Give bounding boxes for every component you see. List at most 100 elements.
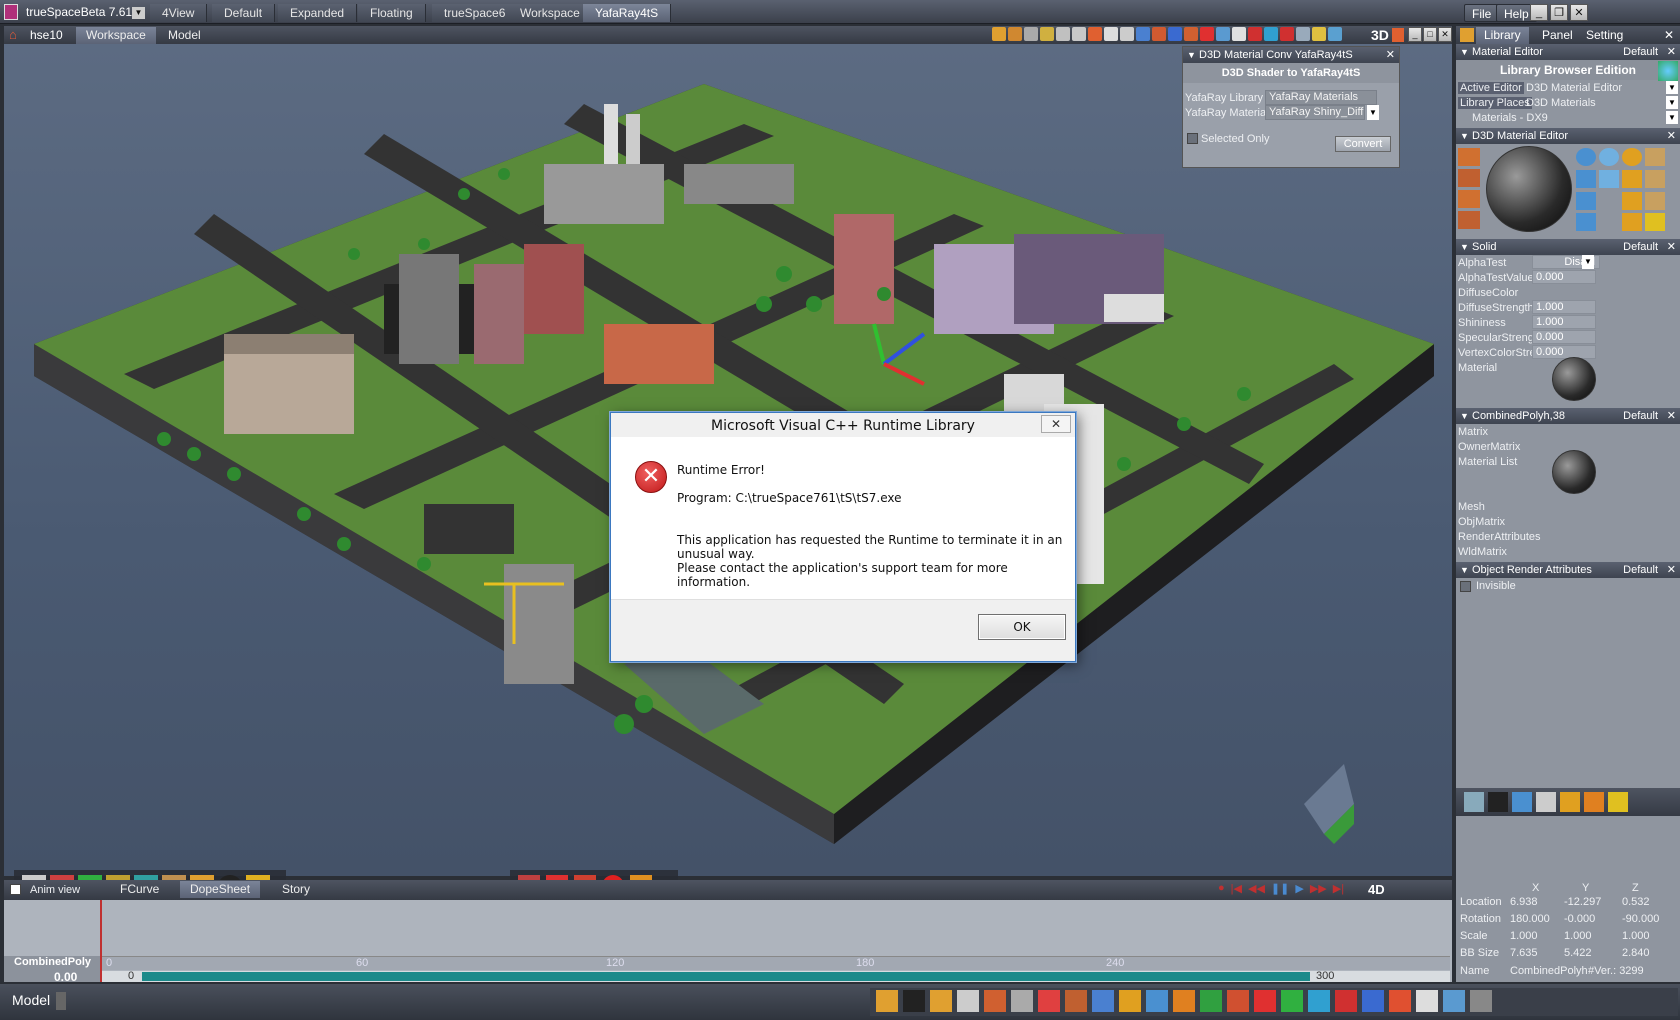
yafaray-library-field[interactable]: YafaRay Materials [1265, 90, 1377, 105]
layout-tab-workspace[interactable]: Workspace [508, 4, 593, 22]
sphere-icon[interactable] [1560, 792, 1580, 812]
torus-shape-icon[interactable] [1645, 191, 1665, 210]
shininess-field[interactable]: 1.000 [1532, 315, 1596, 329]
restore-icon[interactable]: ❐ [1550, 4, 1568, 21]
plane-shape-icon[interactable] [1645, 169, 1665, 188]
cube-shape-icon[interactable] [1622, 191, 1642, 210]
snap-tool-icon[interactable] [1216, 27, 1230, 41]
layout-tab-floating[interactable]: Floating [358, 4, 426, 22]
viewport-options-icon[interactable] [1392, 28, 1404, 42]
close-icon[interactable]: ✕ [1667, 562, 1676, 578]
view-3d-button[interactable]: 3D [1371, 27, 1389, 43]
materials-dx9[interactable]: Materials - DX9 [1472, 112, 1548, 124]
ownermatrix-item[interactable]: OwnerMatrix [1458, 441, 1520, 453]
material-preview-sphere[interactable] [1486, 146, 1572, 232]
unlink-tool-icon[interactable] [1120, 27, 1134, 41]
material-list-item[interactable]: Material List [1458, 456, 1517, 468]
d3d-material-editor-header[interactable]: ▼ D3D Material Editor ✕ [1456, 128, 1680, 144]
chevron-down-icon[interactable]: ▼ [1367, 105, 1379, 120]
mode-field[interactable] [56, 992, 66, 1010]
prev-key-icon[interactable]: ◀◀ [1248, 882, 1265, 898]
library-places-value[interactable]: D3D Materials [1526, 97, 1596, 109]
eyedropper-icon[interactable] [1458, 190, 1480, 208]
axes-tool-icon[interactable] [1152, 27, 1166, 41]
last-frame-icon[interactable]: ▶| [1333, 882, 1344, 898]
location-z[interactable]: 0.532 [1622, 896, 1650, 908]
viewport-minimize-icon[interactable]: _ [1408, 27, 1422, 42]
select-tool-icon[interactable] [992, 27, 1006, 41]
sphere-shape-icon[interactable] [1576, 148, 1596, 166]
current-time[interactable]: 0.00 [54, 970, 77, 984]
light-icon[interactable] [1608, 792, 1628, 812]
combinedpoly-header[interactable]: ▼ CombinedPolyh,38 Default ✕ [1456, 408, 1680, 424]
shape-icon[interactable] [1645, 213, 1665, 232]
tool-icon[interactable] [1227, 990, 1249, 1012]
chevron-down-icon[interactable]: ▼ [1666, 111, 1678, 124]
tab-dopesheet[interactable]: DopeSheet [180, 881, 261, 898]
tab-story[interactable]: Story [272, 881, 320, 898]
tool-icon[interactable] [1038, 990, 1060, 1012]
axes-icon[interactable] [1254, 990, 1276, 1012]
chevron-down-icon[interactable]: ▼ [1666, 96, 1678, 109]
x-axis-icon[interactable] [1281, 990, 1303, 1012]
object-name-field[interactable]: CombinedPolyh [1510, 965, 1588, 977]
close-icon[interactable]: ✕ [1667, 408, 1676, 424]
zoom-tool-icon[interactable] [1088, 27, 1102, 41]
ok-button[interactable]: OK [978, 614, 1066, 640]
box-icon[interactable] [1119, 990, 1141, 1012]
y-axis-icon[interactable] [1308, 990, 1330, 1012]
box-shape-icon[interactable] [1622, 213, 1642, 232]
alphatestvalue-field[interactable]: 0.000 [1532, 270, 1596, 284]
next-key-icon[interactable]: ▶▶ [1310, 882, 1327, 898]
view-4d-button[interactable]: 4D [1368, 882, 1385, 897]
close-icon[interactable]: ✕ [1667, 44, 1676, 60]
grid-tool-icon[interactable] [1296, 27, 1310, 41]
close-icon[interactable]: ✕ [1667, 239, 1676, 255]
layout-tab-expanded[interactable]: Expanded [278, 4, 358, 22]
orbit-tool-icon[interactable] [1072, 27, 1086, 41]
y-axis-icon[interactable] [1264, 27, 1278, 41]
layout-tab-truespace6[interactable]: trueSpace6 [432, 4, 519, 22]
tab-setting[interactable]: Setting [1578, 27, 1631, 44]
pan-tool-icon[interactable] [1056, 27, 1070, 41]
z-axis-icon[interactable] [1335, 990, 1357, 1012]
light-tool-icon[interactable] [1184, 27, 1198, 41]
file-menu[interactable]: File [1464, 4, 1500, 22]
time-ruler[interactable] [102, 956, 1450, 970]
yafaray-material-select[interactable]: YafaRay Shiny_Diffu [1265, 105, 1365, 120]
minimize-icon[interactable]: _ [1530, 4, 1548, 21]
anim-view-checkbox[interactable] [10, 884, 21, 895]
grid-icon[interactable] [1464, 792, 1484, 812]
tool-icon[interactable] [1443, 990, 1465, 1012]
dialog-close-button[interactable]: ✕ [1041, 415, 1071, 433]
box-icon[interactable] [1584, 792, 1604, 812]
rotation-y[interactable]: -0.000 [1564, 913, 1595, 925]
tool-icon[interactable] [876, 990, 898, 1012]
location-x[interactable]: 6.938 [1510, 896, 1538, 908]
scale-z[interactable]: 1.000 [1622, 930, 1650, 942]
brush-icon[interactable] [1458, 148, 1480, 166]
solid-header[interactable]: ▼ Solid Default ✕ [1456, 239, 1680, 255]
play-icon[interactable]: ▶ [1295, 882, 1303, 898]
active-editor-value[interactable]: D3D Material Editor [1526, 82, 1622, 94]
invisible-checkbox[interactable] [1460, 581, 1471, 592]
renderattributes-item[interactable]: RenderAttributes [1458, 531, 1541, 543]
tab-model[interactable]: Model [158, 27, 211, 44]
tool-icon[interactable] [1065, 990, 1087, 1012]
palette-icon[interactable] [1658, 61, 1678, 81]
conv-panel-header[interactable]: ▼ D3D Material Conv YafaRay4tS ✕ [1183, 47, 1399, 63]
viewport-close-icon[interactable]: ✕ [1438, 27, 1452, 42]
camera-tool-icon[interactable] [1168, 27, 1182, 41]
tab-workspace[interactable]: Workspace [76, 27, 156, 44]
vertexcolorstrength-field[interactable]: 0.000 [1532, 345, 1596, 359]
tool-icon[interactable] [984, 990, 1006, 1012]
collapse-icon[interactable]: ▼ [1187, 47, 1196, 63]
record-icon[interactable]: ● [1218, 882, 1225, 898]
pause-icon[interactable]: ❚❚ [1271, 882, 1289, 898]
tool-icon[interactable] [1173, 990, 1195, 1012]
material-sphere-thumbnail[interactable] [1552, 357, 1596, 401]
z-axis-icon[interactable] [1280, 27, 1294, 41]
tool-icon[interactable] [1470, 990, 1492, 1012]
cube-tool-icon[interactable] [1136, 27, 1150, 41]
bucket-icon[interactable] [1536, 792, 1556, 812]
